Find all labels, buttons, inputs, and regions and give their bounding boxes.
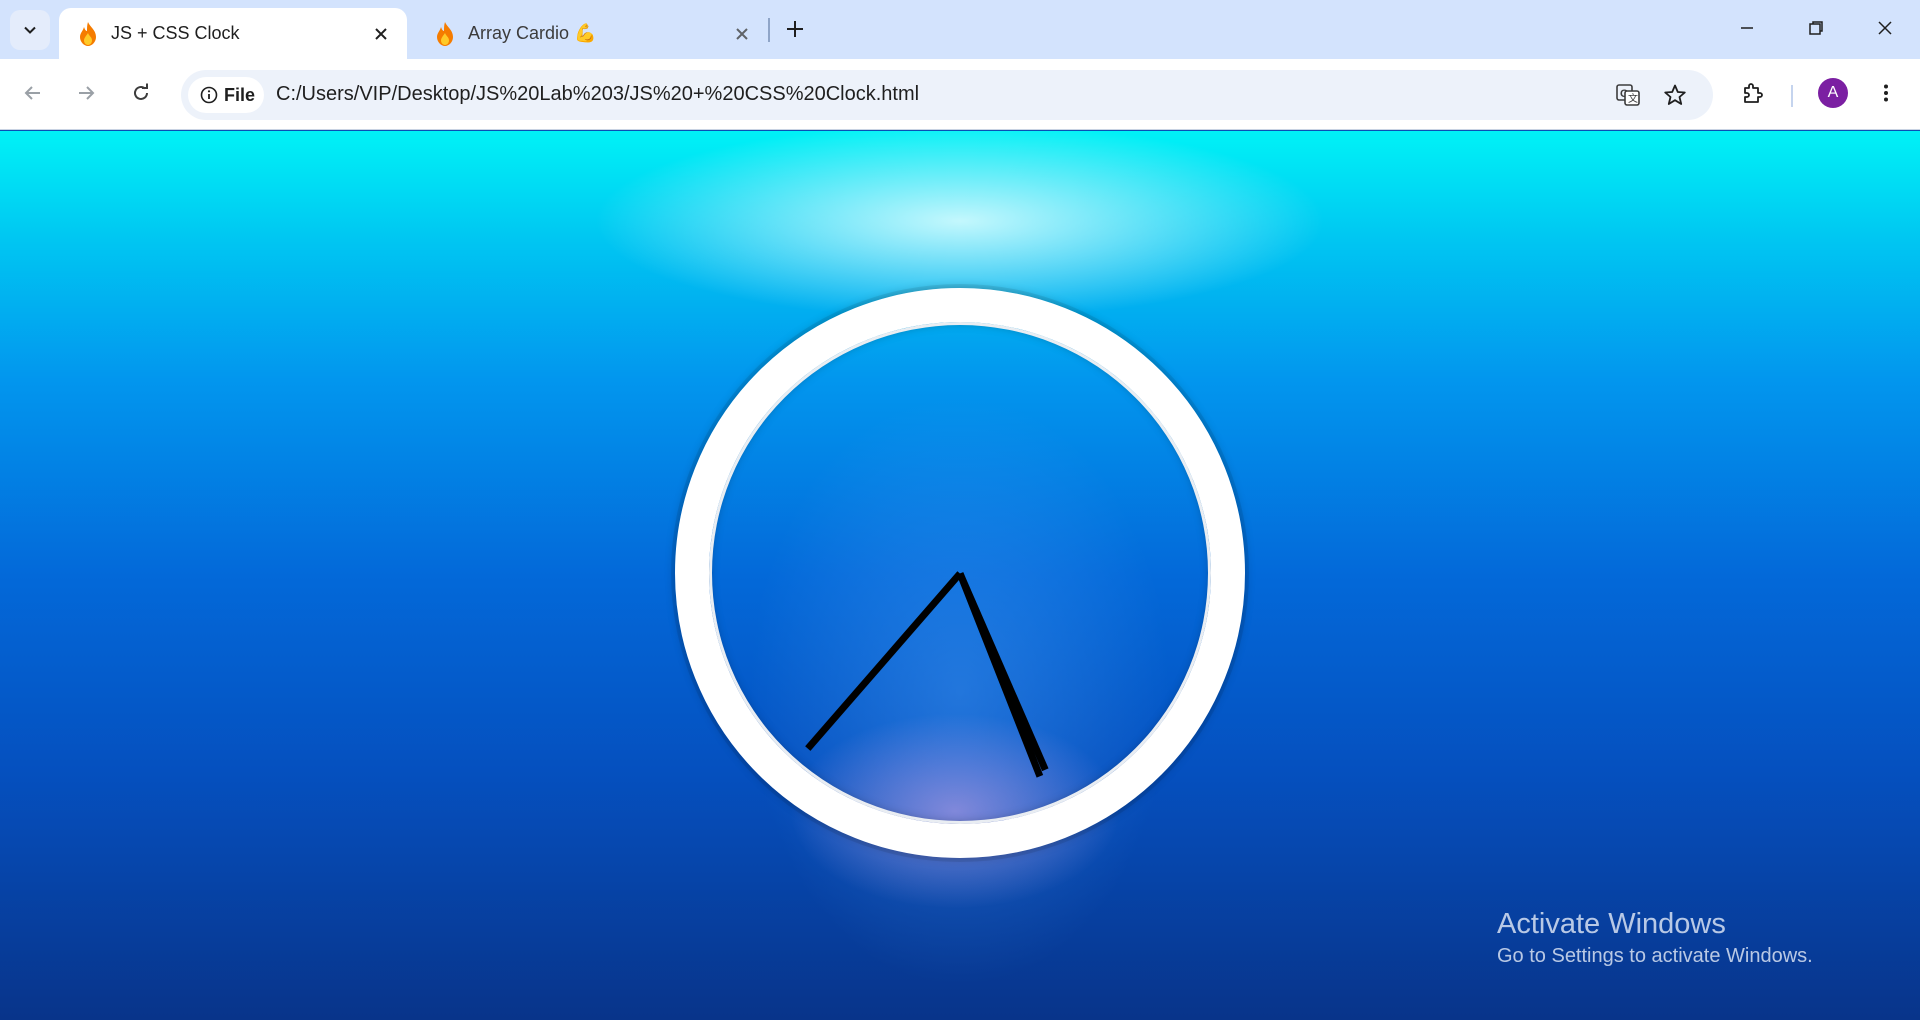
bookmark-button[interactable]: [1657, 77, 1693, 113]
avatar: A: [1818, 78, 1848, 108]
url-text[interactable]: C:/Users/VIP/Desktop/JS%20Lab%203/JS%20+…: [276, 83, 919, 106]
restore-icon: [1809, 21, 1823, 35]
clock: [675, 288, 1245, 858]
site-info-label: File: [224, 84, 256, 105]
minimize-button[interactable]: [1727, 8, 1767, 48]
tab-search-button[interactable]: [10, 10, 50, 50]
translate-button[interactable]: G文: [1610, 77, 1646, 113]
fire-icon: [430, 19, 460, 49]
site-info-chip[interactable]: File: [188, 77, 264, 113]
clock-face: [709, 322, 1211, 824]
reload-button[interactable]: [121, 73, 161, 113]
minimize-icon: [1741, 27, 1753, 29]
info-icon: [200, 86, 218, 104]
toolbar-divider: [1791, 85, 1793, 107]
reload-icon: [134, 83, 148, 100]
second-hand: [805, 570, 963, 751]
arrow-right-icon: [79, 86, 95, 100]
address-bar[interactable]: File C:/Users/VIP/Desktop/JS%20Lab%203/J…: [181, 70, 1713, 120]
star-icon: [1664, 84, 1686, 105]
extensions-button[interactable]: [1733, 73, 1773, 113]
arrow-left-icon: [24, 86, 40, 100]
restore-button[interactable]: [1796, 8, 1836, 48]
profile-button[interactable]: A: [1813, 73, 1853, 113]
puzzle-icon: [1744, 83, 1763, 103]
forward-button[interactable]: [66, 73, 106, 113]
close-tab-icon[interactable]: [728, 20, 756, 48]
browser-toolbar: File C:/Users/VIP/Desktop/JS%20Lab%203/J…: [0, 59, 1920, 130]
fire-icon: [73, 19, 103, 49]
close-icon: [1878, 21, 1892, 35]
minute-hand: [956, 571, 1049, 771]
close-window-button[interactable]: [1865, 8, 1905, 48]
tab-strip: JS + CSS Clock Array Cardio 💪: [0, 0, 1920, 59]
back-button[interactable]: [13, 73, 53, 113]
activate-windows-watermark: Activate Windows Go to Settings to activ…: [1497, 906, 1813, 970]
watermark-subtitle: Go to Settings to activate Windows.: [1497, 945, 1813, 967]
tab-array-cardio[interactable]: Array Cardio 💪: [416, 8, 768, 59]
svg-text:文: 文: [1628, 92, 1638, 105]
more-vertical-icon: [1884, 84, 1888, 102]
tab-title: Array Cardio 💪: [468, 23, 597, 43]
tab-js-css-clock[interactable]: JS + CSS Clock: [59, 8, 407, 59]
watermark-title: Activate Windows: [1497, 908, 1726, 940]
page-content: Activate Windows Go to Settings to activ…: [0, 131, 1920, 1020]
tab-title: JS + CSS Clock: [111, 23, 240, 43]
new-tab-button[interactable]: [779, 13, 811, 45]
chevron-down-icon: [24, 26, 36, 34]
plus-icon: [787, 21, 803, 37]
translate-icon: G文: [1616, 84, 1640, 106]
menu-button[interactable]: [1866, 73, 1906, 113]
close-tab-icon[interactable]: [367, 20, 395, 48]
tab-separator: [768, 18, 770, 42]
